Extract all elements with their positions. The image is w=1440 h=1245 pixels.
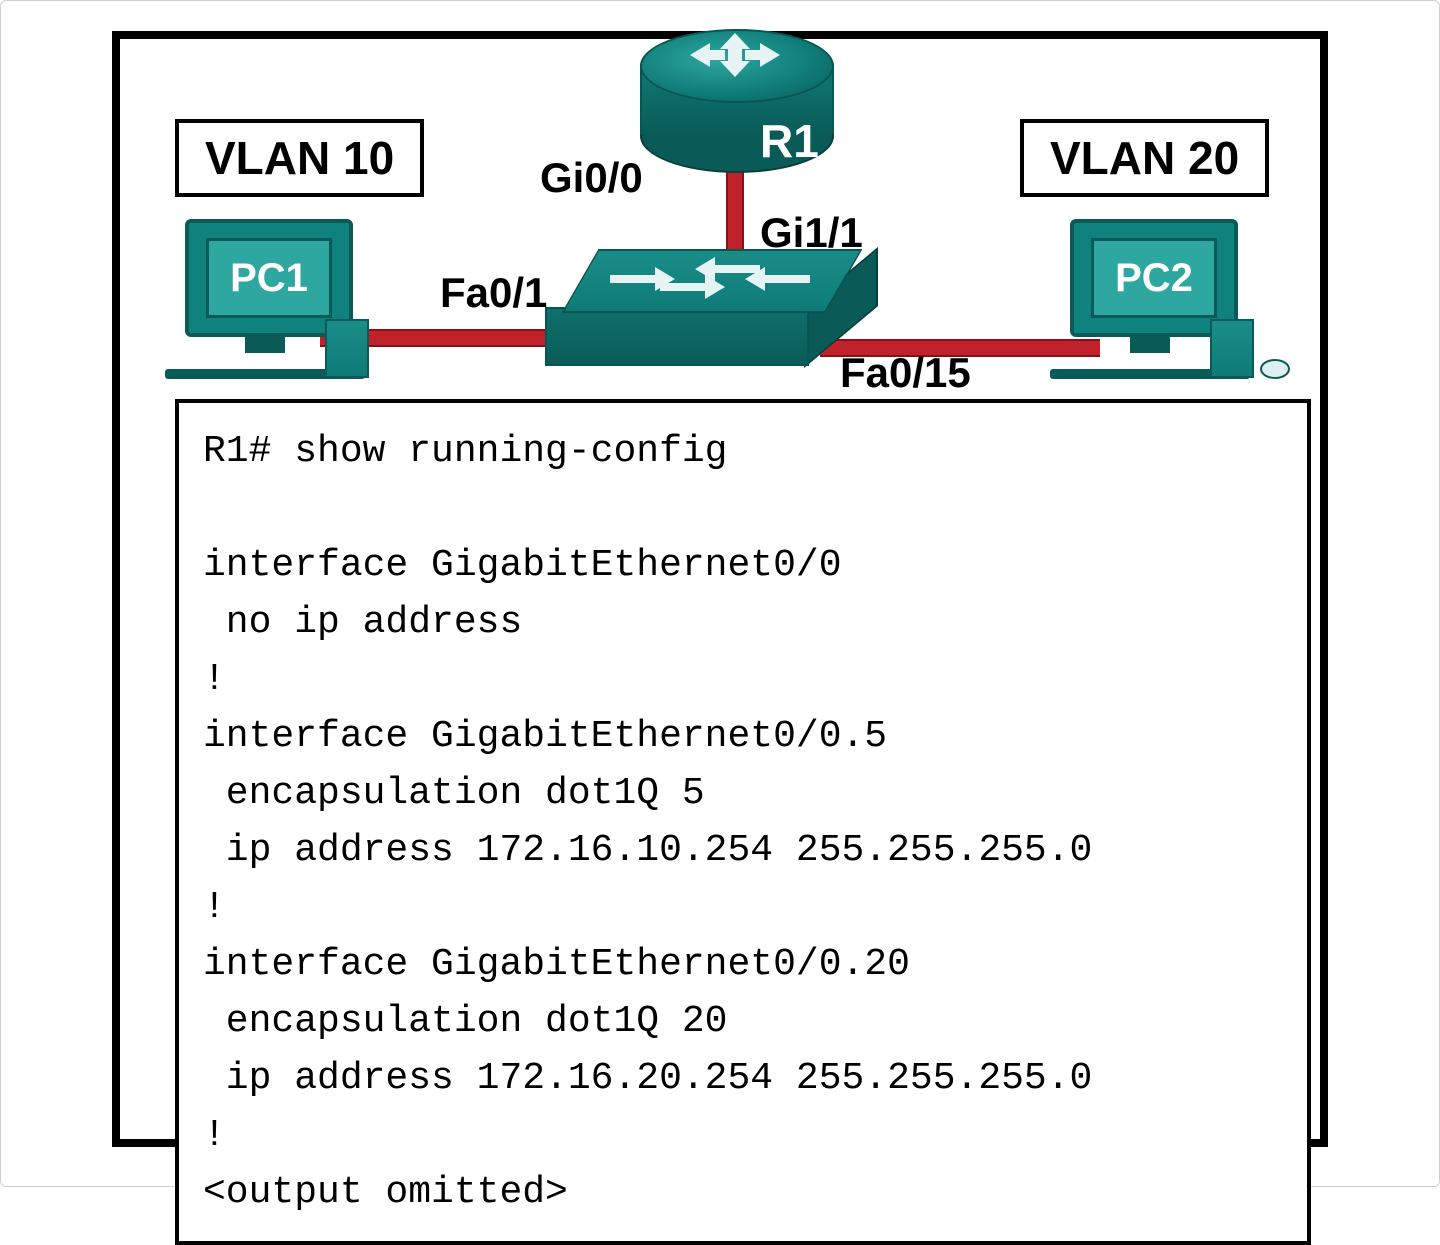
- pc1-icon: PC1: [175, 219, 375, 409]
- cli-config: interface GigabitEthernet0/0 no ip addre…: [203, 544, 1092, 1214]
- vlan20-label: VLAN 20: [1050, 132, 1239, 184]
- router-label: R1: [760, 114, 819, 168]
- vlan20-label-box: VLAN 20: [1020, 119, 1269, 197]
- pc2-label: PC2: [1115, 256, 1193, 301]
- pc1-label: PC1: [230, 256, 308, 301]
- cli-prompt: R1# show running-config: [203, 430, 728, 473]
- if-fa015-label: Fa0/15: [840, 349, 971, 397]
- pc2-icon: PC2: [1060, 219, 1260, 409]
- if-fa01-label: Fa0/1: [440, 269, 547, 317]
- page: VLAN 10 VLAN 20 R1: [0, 0, 1440, 1187]
- vlan10-label: VLAN 10: [205, 132, 394, 184]
- if-gi11-label: Gi1/1: [760, 209, 863, 257]
- switch-icon: [580, 249, 840, 369]
- diagram-frame: VLAN 10 VLAN 20 R1: [112, 31, 1328, 1147]
- vlan10-label-box: VLAN 10: [175, 119, 424, 197]
- cli-output-box: R1# show running-config interface Gigabi…: [175, 399, 1311, 1245]
- if-gi00-label: Gi0/0: [540, 154, 643, 202]
